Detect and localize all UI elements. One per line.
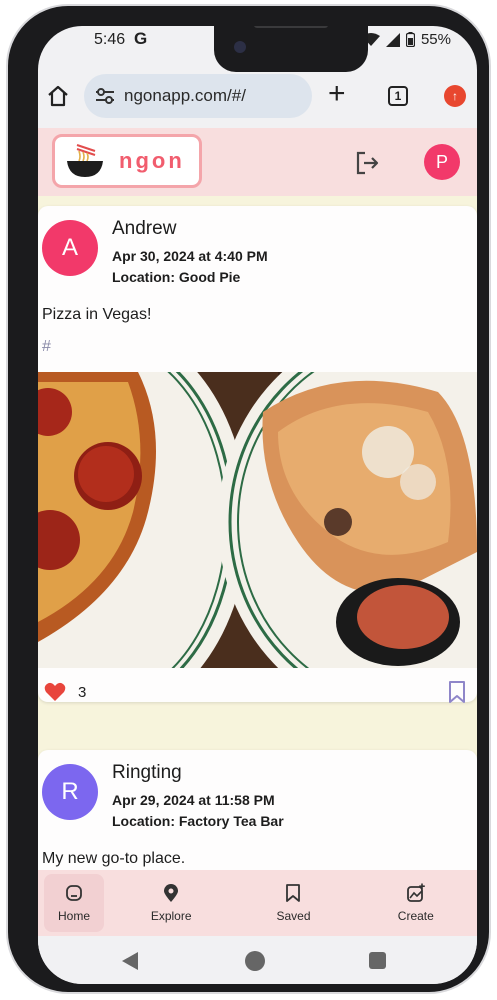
explore-icon [164, 884, 179, 902]
post-date: Apr 30, 2024 at 4:40 PM [112, 248, 268, 264]
phone-frame: 5:46 G 55% ngonapp.com/#/ + 1 ↑ ngon P A… [6, 4, 491, 994]
create-icon [406, 883, 425, 902]
url-text[interactable]: ngonapp.com/#/ [124, 86, 246, 106]
battery-percent: 55% [420, 31, 451, 48]
speaker-grille [254, 26, 328, 28]
nav-saved-label: Saved [276, 909, 311, 923]
nav-create-label: Create [397, 909, 434, 923]
logo-wordmark: ngon [119, 148, 185, 173]
home-button-icon[interactable] [245, 951, 265, 971]
home-icon [66, 885, 82, 901]
post-caption: Pizza in Vegas! [42, 306, 152, 323]
status-indicators: 55% [361, 31, 451, 48]
user-avatar[interactable]: P [424, 144, 460, 180]
logout-icon[interactable] [354, 150, 380, 176]
post-feed: A Andrew Apr 30, 2024 at 4:40 PM Locatio… [38, 196, 477, 870]
author-avatar[interactable]: A [42, 220, 98, 276]
author-name[interactable]: Andrew [112, 218, 176, 240]
screen: 5:46 G 55% ngonapp.com/#/ + 1 ↑ ngon P A… [38, 26, 477, 984]
front-camera [234, 41, 246, 53]
post-location: Location: Good Pie [112, 269, 241, 285]
site-settings-icon[interactable] [94, 87, 116, 105]
address-bar[interactable]: ngonapp.com/#/ [84, 74, 312, 118]
camera-notch [214, 26, 368, 72]
nav-home[interactable]: Home [44, 874, 104, 932]
back-icon[interactable] [122, 952, 138, 970]
noodle-bowl-icon [67, 144, 103, 177]
upgrade-icon[interactable]: ↑ [444, 85, 466, 107]
tab-switcher-button[interactable]: 1 [388, 86, 408, 106]
heart-icon[interactable] [44, 682, 66, 702]
browser-toolbar: ngonapp.com/#/ + 1 ↑ [38, 72, 477, 128]
status-time: 5:46 [94, 31, 126, 48]
nav-explore-label: Explore [150, 909, 192, 923]
author-avatar[interactable]: R [42, 764, 98, 820]
new-tab-button[interactable]: + [328, 79, 346, 109]
post-card: R Ringting Apr 29, 2024 at 11:58 PM Loca… [38, 750, 477, 870]
google-icon: G [134, 29, 148, 48]
recent-apps-icon[interactable] [369, 952, 386, 969]
system-navigation-bar [38, 936, 477, 984]
nav-home-label: Home [57, 909, 90, 923]
nav-explore[interactable]: Explore [110, 870, 232, 936]
nav-create[interactable]: Create [355, 870, 477, 936]
signal-icon [385, 32, 400, 47]
post-card: A Andrew Apr 30, 2024 at 4:40 PM Locatio… [38, 206, 477, 704]
nav-saved[interactable]: Saved [232, 870, 354, 936]
battery-icon [405, 32, 415, 47]
post-location: Location: Factory Tea Bar [112, 813, 284, 829]
like-row: 3 [44, 682, 86, 702]
author-name[interactable]: Ringting [112, 762, 182, 784]
like-count: 3 [78, 683, 87, 701]
post-caption: My new go-to place. [42, 850, 186, 867]
post-hashtag[interactable]: # [42, 338, 51, 356]
post-photo[interactable] [38, 372, 477, 668]
bookmark-icon[interactable] [447, 680, 467, 704]
bottom-navigation: Home Explore Saved Create [38, 870, 477, 936]
app-header: ngon P [38, 128, 477, 196]
post-date: Apr 29, 2024 at 11:58 PM [112, 792, 275, 808]
home-icon[interactable] [46, 84, 70, 108]
app-logo[interactable]: ngon [52, 134, 202, 188]
bookmark-icon [286, 884, 301, 902]
